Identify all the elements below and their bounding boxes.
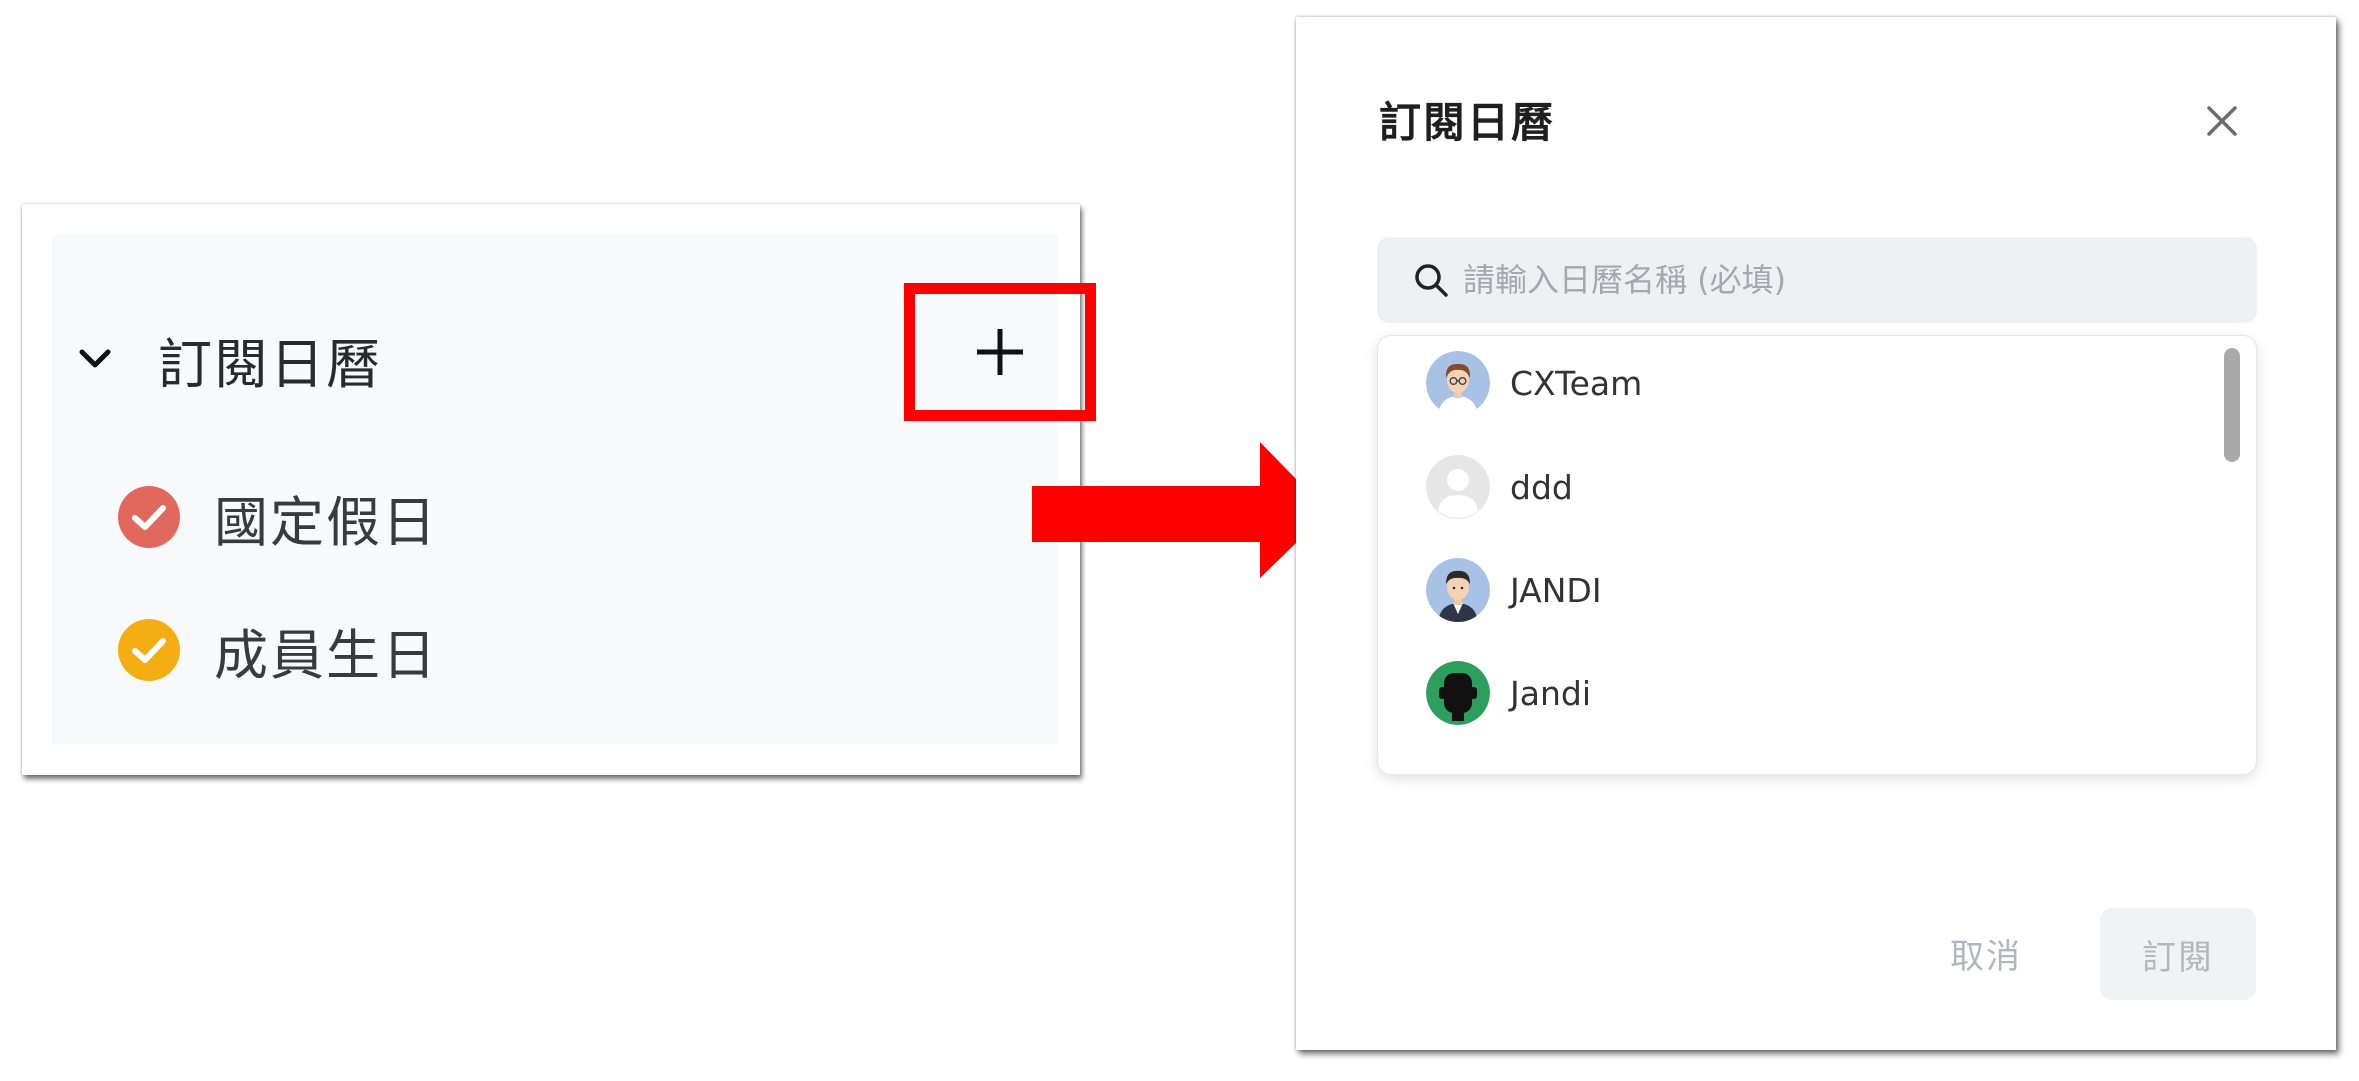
calendar-item-label: 國定假日 — [214, 490, 438, 554]
list-item-ddd[interactable]: ddd — [1426, 452, 2186, 522]
close-button[interactable] — [2196, 95, 2248, 147]
subscribe-calendar-dialog: 訂閱日曆 請輸入日曆名稱 (必填) CXTeam ddd JANDI Jandi… — [1296, 17, 2336, 1050]
plus-icon — [977, 329, 1023, 375]
calendar-item-national-holidays[interactable]: 國定假日 — [118, 477, 718, 557]
avatar-default — [1426, 455, 1490, 519]
list-item-jandi[interactable]: JANDI — [1426, 555, 2186, 625]
calendar-search-box[interactable] — [1377, 237, 2257, 323]
calendar-name: Jandi — [1510, 673, 1591, 713]
section-title: 訂閱日曆 — [158, 332, 382, 396]
calendar-name: ddd — [1510, 467, 1573, 507]
list-scrollbar[interactable] — [2224, 348, 2240, 462]
check-circle-icon[interactable] — [118, 619, 180, 681]
calendar-name-input[interactable] — [1461, 260, 2245, 300]
calendar-name: CXTeam — [1510, 363, 1643, 403]
subscribe-button[interactable]: 訂閱 — [2100, 908, 2256, 1000]
avatar-cxteam — [1426, 351, 1490, 415]
close-icon — [2207, 106, 2237, 136]
avatar-jandi — [1426, 558, 1490, 622]
red-arrow-annotation — [1032, 442, 1328, 578]
calendar-item-member-birthdays[interactable]: 成員生日 — [118, 610, 718, 690]
calendar-item-label: 成員生日 — [214, 623, 438, 687]
calendar-name: JANDI — [1510, 570, 1602, 610]
chevron-down-icon[interactable] — [72, 336, 118, 382]
check-circle-icon[interactable] — [118, 486, 180, 548]
avatar-jandi-bot — [1426, 661, 1490, 725]
add-calendar-button[interactable] — [904, 283, 1096, 421]
cancel-button[interactable]: 取消 — [1916, 907, 2056, 999]
dialog-title: 訂閱日曆 — [1379, 98, 1556, 147]
calendar-sidebar: 訂閱日曆 國定假日 成員生日 — [52, 234, 1096, 744]
calendar-result-list[interactable]: CXTeam ddd JANDI Jandi — [1377, 335, 2257, 775]
list-item-cxteam[interactable]: CXTeam — [1426, 348, 2186, 418]
search-icon — [1415, 264, 1448, 297]
subscribed-calendars-header[interactable]: 訂閱日曆 — [72, 319, 972, 399]
calendar-sidebar-panel: 訂閱日曆 國定假日 成員生日 — [22, 204, 1096, 775]
list-item-jandi-bot[interactable]: Jandi — [1426, 658, 2186, 728]
